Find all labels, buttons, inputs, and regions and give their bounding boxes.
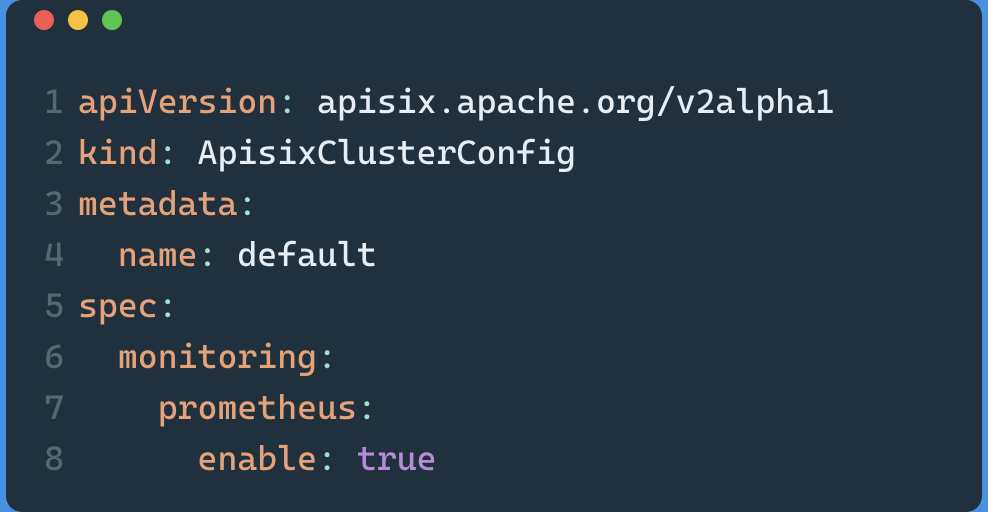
titlebar (6, 0, 982, 40)
code-token (78, 234, 118, 274)
code-token (78, 336, 118, 376)
code-token: name (118, 234, 198, 274)
code-window: 1apiVersion: apisix.apache.org/v2alpha12… (6, 0, 982, 512)
code-token: : (357, 387, 377, 427)
code-token: true (357, 438, 437, 478)
line-content: enable: true (78, 433, 954, 484)
code-line: 1apiVersion: apisix.apache.org/v2alpha1 (34, 76, 954, 127)
code-token: : (317, 336, 337, 376)
line-number: 5 (34, 280, 78, 331)
line-content: spec: (78, 280, 954, 331)
line-number: 1 (34, 76, 78, 127)
code-editor[interactable]: 1apiVersion: apisix.apache.org/v2alpha12… (6, 40, 982, 512)
code-token: apiVersion (78, 81, 277, 121)
zoom-icon[interactable] (102, 10, 122, 30)
line-number: 7 (34, 382, 78, 433)
code-token: prometheus (158, 387, 357, 427)
code-token (78, 387, 158, 427)
line-number: 6 (34, 331, 78, 382)
code-token: : (317, 438, 357, 478)
code-line: 4 name: default (34, 229, 954, 280)
code-line: 2kind: ApisixClusterConfig (34, 127, 954, 178)
line-number: 3 (34, 178, 78, 229)
line-number: 2 (34, 127, 78, 178)
code-line: 3metadata: (34, 178, 954, 229)
code-token: enable (198, 438, 318, 478)
code-token: ApisixClusterConfig (198, 132, 577, 172)
code-token: : (277, 81, 317, 121)
code-token: default (237, 234, 376, 274)
code-token: : (158, 132, 198, 172)
line-content: name: default (78, 229, 954, 280)
code-token: : (158, 285, 178, 325)
line-content: apiVersion: apisix.apache.org/v2alpha1 (78, 76, 954, 127)
code-token: apisix.apache.org/v2alpha1 (317, 81, 835, 121)
minimize-icon[interactable] (68, 10, 88, 30)
code-token (78, 438, 198, 478)
code-token: monitoring (118, 336, 317, 376)
line-content: kind: ApisixClusterConfig (78, 127, 954, 178)
line-content: metadata: (78, 178, 954, 229)
close-icon[interactable] (34, 10, 54, 30)
code-line: 6 monitoring: (34, 331, 954, 382)
line-number: 8 (34, 433, 78, 484)
code-line: 8 enable: true (34, 433, 954, 484)
code-token: spec (78, 285, 158, 325)
code-token: metadata (78, 183, 237, 223)
code-token: kind (78, 132, 158, 172)
line-content: monitoring: (78, 331, 954, 382)
line-number: 4 (34, 229, 78, 280)
line-content: prometheus: (78, 382, 954, 433)
code-token: : (237, 183, 257, 223)
code-line: 5spec: (34, 280, 954, 331)
code-line: 7 prometheus: (34, 382, 954, 433)
code-token: : (198, 234, 238, 274)
